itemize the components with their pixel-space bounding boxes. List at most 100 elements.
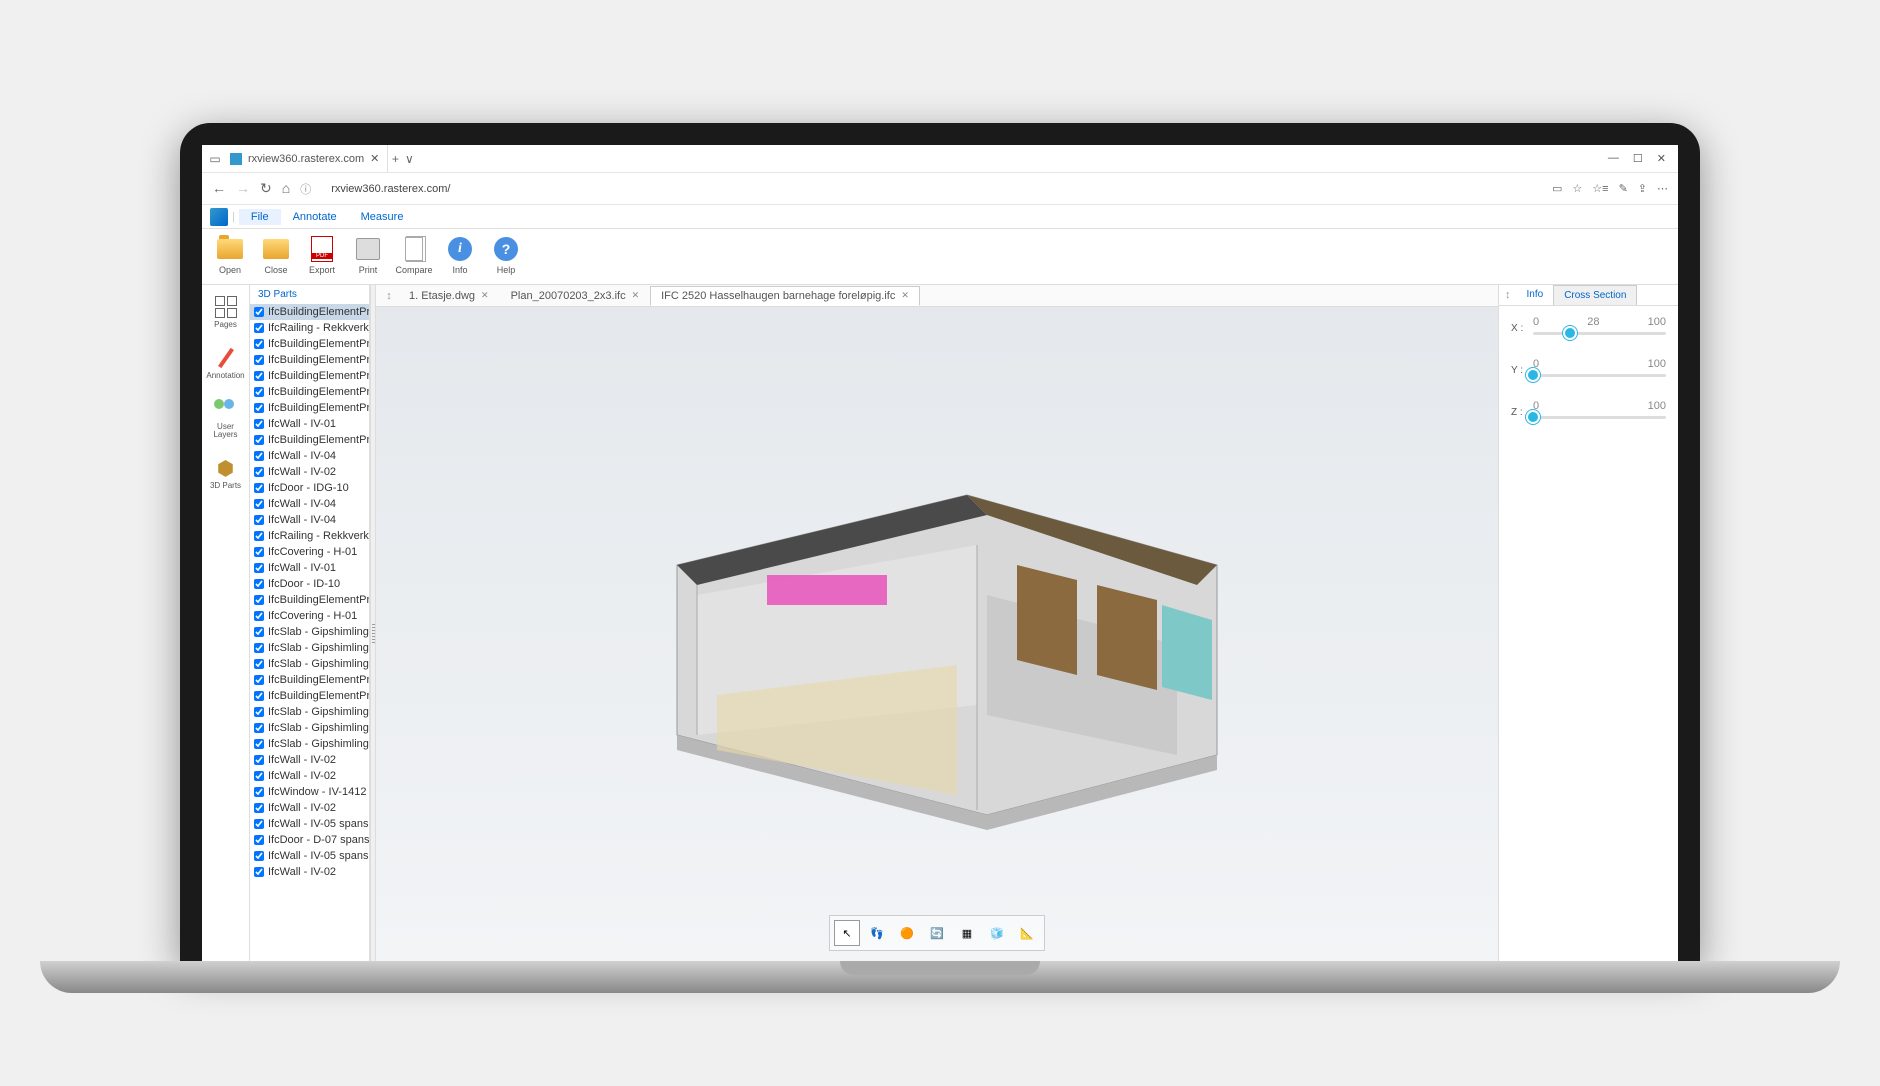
part-checkbox[interactable] — [254, 707, 264, 717]
part-checkbox[interactable] — [254, 739, 264, 749]
part-checkbox[interactable] — [254, 563, 264, 573]
part-row[interactable]: IfcWall - IV-02 — [250, 864, 369, 880]
part-row[interactable]: IfcBuildingElementProx... — [250, 672, 369, 688]
export-button[interactable]: Export — [302, 233, 342, 275]
reading-view-icon[interactable]: ▭ — [1552, 182, 1562, 195]
part-checkbox[interactable] — [254, 851, 264, 861]
tab-close-icon[interactable]: ✕ — [901, 290, 909, 301]
part-row[interactable]: IfcBuildingElementProx... — [250, 592, 369, 608]
part-checkbox[interactable] — [254, 419, 264, 429]
part-checkbox[interactable] — [254, 643, 264, 653]
part-row[interactable]: IfcRailing - Rekkverk- — [250, 528, 369, 544]
part-checkbox[interactable] — [254, 499, 264, 509]
part-checkbox[interactable] — [254, 755, 264, 765]
share-icon[interactable]: ⇪ — [1638, 182, 1647, 195]
menu-annotate[interactable]: Annotate — [281, 209, 349, 225]
part-row[interactable]: IfcBuildingElementProx... — [250, 304, 369, 320]
part-row[interactable]: IfcSlab - Gipshimling — [250, 640, 369, 656]
rail-user-layers[interactable]: UserLayers — [202, 393, 249, 445]
back-button[interactable]: ← — [212, 180, 226, 197]
slider-thumb[interactable] — [1526, 368, 1540, 382]
3d-canvas[interactable]: ↖👣🟠🔄▦🧊📐 — [376, 307, 1498, 963]
part-checkbox[interactable] — [254, 371, 264, 381]
part-row[interactable]: IfcWall - IV-02 — [250, 464, 369, 480]
part-row[interactable]: IfcBuildingElementProx... — [250, 432, 369, 448]
print-button[interactable]: Print — [348, 233, 388, 275]
notes-icon[interactable]: ✎ — [1619, 182, 1628, 195]
part-row[interactable]: IfcBuildingElementProx... — [250, 688, 369, 704]
part-checkbox[interactable] — [254, 547, 264, 557]
sort-right-icon[interactable]: ↕ — [1499, 285, 1517, 305]
part-row[interactable]: IfcWall - IV-01 — [250, 416, 369, 432]
part-checkbox[interactable] — [254, 467, 264, 477]
part-row[interactable]: IfcSlab - Gipshimling — [250, 704, 369, 720]
part-row[interactable]: IfcWall - IV-04 — [250, 448, 369, 464]
home-button[interactable]: ⌂ — [282, 180, 290, 197]
part-checkbox[interactable] — [254, 675, 264, 685]
part-checkbox[interactable] — [254, 595, 264, 605]
tray-transparency-button[interactable]: 🧊 — [984, 920, 1010, 946]
part-row[interactable]: IfcWall - IV-02 — [250, 768, 369, 784]
part-checkbox[interactable] — [254, 355, 264, 365]
part-checkbox[interactable] — [254, 691, 264, 701]
part-checkbox[interactable] — [254, 531, 264, 541]
part-checkbox[interactable] — [254, 307, 264, 317]
part-row[interactable]: IfcWall - IV-05 spanske... — [250, 848, 369, 864]
part-row[interactable]: IfcSlab - Gipshimling — [250, 736, 369, 752]
part-checkbox[interactable] — [254, 723, 264, 733]
part-checkbox[interactable] — [254, 835, 264, 845]
part-row[interactable]: IfcDoor - ID-10 — [250, 576, 369, 592]
new-tab-button[interactable]: + — [388, 152, 402, 166]
favorites-bar-icon[interactable]: ☆≡ — [1592, 182, 1608, 195]
tab-close-icon[interactable]: ✕ — [632, 290, 640, 301]
tab-close-icon[interactable]: ✕ — [481, 290, 489, 301]
part-row[interactable]: IfcWall - IV-04 — [250, 496, 369, 512]
part-row[interactable]: IfcWall - IV-02 — [250, 800, 369, 816]
part-row[interactable]: IfcBuildingElementProx... — [250, 336, 369, 352]
part-row[interactable]: IfcBuildingElementProx... — [250, 400, 369, 416]
open-button[interactable]: Open — [210, 233, 250, 275]
slider-track[interactable]: 0100 — [1533, 358, 1666, 382]
part-row[interactable]: IfcBuildingElementProx... — [250, 384, 369, 400]
part-checkbox[interactable] — [254, 515, 264, 525]
tab-close-icon[interactable]: ✕ — [370, 152, 379, 165]
menu-measure[interactable]: Measure — [349, 209, 416, 225]
part-row[interactable]: IfcWall - IV-04 — [250, 512, 369, 528]
part-checkbox[interactable] — [254, 627, 264, 637]
tray-select-button[interactable]: ↖ — [834, 920, 860, 946]
part-row[interactable]: IfcCovering - H-01 — [250, 544, 369, 560]
favorite-icon[interactable]: ☆ — [1572, 182, 1582, 195]
sort-tabs-icon[interactable]: ↕ — [380, 290, 398, 302]
part-checkbox[interactable] — [254, 387, 264, 397]
menu-file[interactable]: File — [239, 209, 281, 225]
part-checkbox[interactable] — [254, 659, 264, 669]
part-checkbox[interactable] — [254, 323, 264, 333]
help-button[interactable]: ?Help — [486, 233, 526, 275]
part-checkbox[interactable] — [254, 403, 264, 413]
part-checkbox[interactable] — [254, 787, 264, 797]
minimize-button[interactable]: — — [1608, 152, 1619, 165]
right-tab-cross-section[interactable]: Cross Section — [1553, 285, 1637, 305]
compare-button[interactable]: Compare — [394, 233, 434, 275]
refresh-button[interactable]: ↻ — [260, 180, 272, 197]
close-button[interactable]: Close — [256, 233, 296, 275]
part-row[interactable]: IfcWindow - IV-1412 In... — [250, 784, 369, 800]
part-checkbox[interactable] — [254, 819, 264, 829]
part-checkbox[interactable] — [254, 435, 264, 445]
part-row[interactable]: IfcBuildingElementProx... — [250, 352, 369, 368]
part-checkbox[interactable] — [254, 451, 264, 461]
tabs-icon[interactable]: ▭ — [208, 152, 222, 166]
part-row[interactable]: IfcSlab - Gipshimling — [250, 624, 369, 640]
tab-menu-icon[interactable]: ∨ — [402, 152, 416, 166]
rail-3d-parts[interactable]: ⬢3D Parts — [202, 452, 249, 495]
tray-walk-button[interactable]: 👣 — [864, 920, 890, 946]
rail-annotation[interactable]: Annotation — [202, 342, 249, 385]
part-row[interactable]: IfcSlab - Gipshimling — [250, 656, 369, 672]
part-row[interactable]: IfcCovering - H-01 — [250, 608, 369, 624]
part-checkbox[interactable] — [254, 611, 264, 621]
right-tab-info[interactable]: Info — [1517, 285, 1554, 305]
part-checkbox[interactable] — [254, 771, 264, 781]
part-row[interactable]: IfcDoor - D-07 spanskv... — [250, 832, 369, 848]
settings-icon[interactable]: ⋯ — [1657, 182, 1668, 195]
part-checkbox[interactable] — [254, 867, 264, 877]
